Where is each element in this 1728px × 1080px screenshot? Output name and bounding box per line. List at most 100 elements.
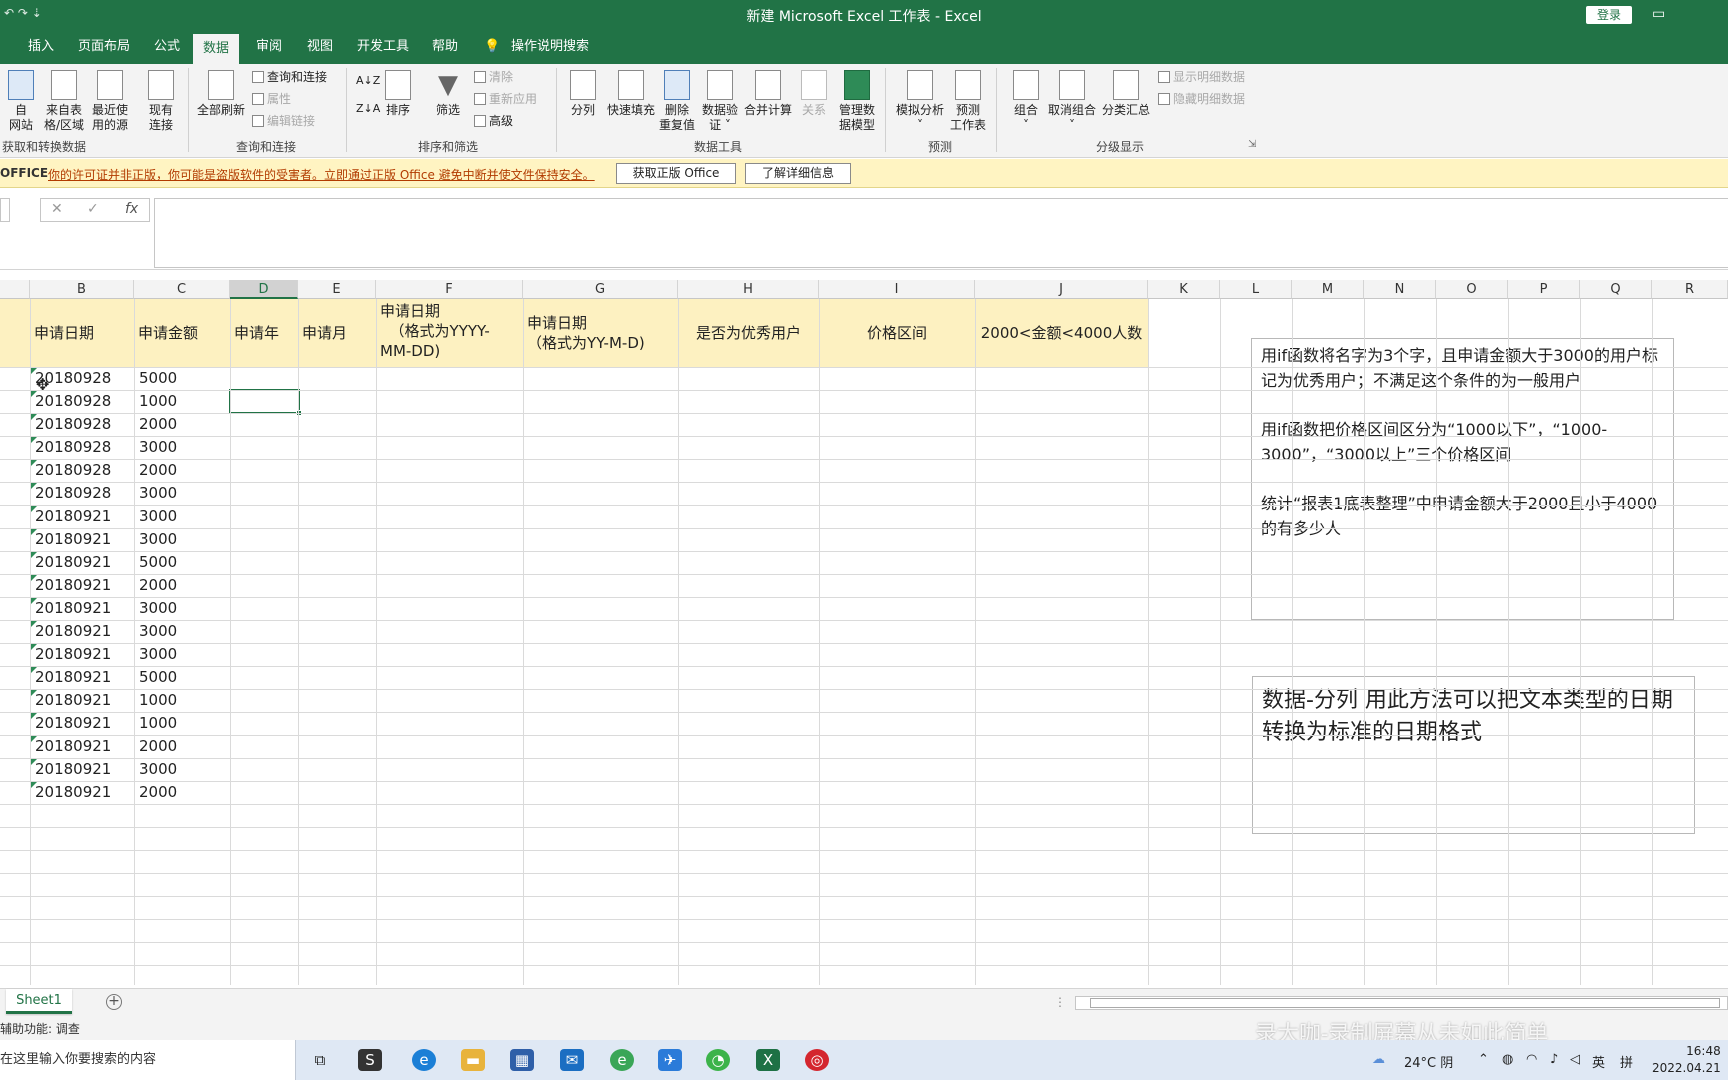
column-header-o[interactable]: O [1436,280,1508,299]
cell-date[interactable]: 20180921 [30,758,134,781]
tell-me-search[interactable]: 操作说明搜索 [511,37,589,59]
header-cell-year[interactable]: 申请年 [230,299,298,367]
column-header-c[interactable]: C [134,280,230,299]
ungroup-button[interactable]: 取消组合 ˅ [1046,70,1098,133]
cell-amount[interactable]: 3000 [134,597,230,620]
tab-page-layout[interactable]: 页面布局 [78,37,130,59]
cell-date[interactable]: 20180921 [30,781,134,804]
header-cell-price-range[interactable]: 价格区间 [819,299,975,367]
header-cell-excellent-user[interactable]: 是否为优秀用户 [678,299,819,367]
name-box[interactable] [0,198,10,222]
header-cell-date-yy-m-d[interactable]: 申请日期 （格式为YY-M-D) [523,299,678,367]
cell-amount[interactable]: 5000 [134,551,230,574]
cell-date[interactable]: 20180921 [30,643,134,666]
refresh-all-button[interactable]: 全部刷新 [196,70,246,118]
volume-icon[interactable]: ◁ [1570,1052,1580,1067]
column-header-b[interactable]: B [30,280,134,299]
mail-icon[interactable]: ✉ [560,1049,584,1071]
what-if-analysis-button[interactable]: 模拟分析 ˅ [894,70,946,133]
tab-data[interactable]: 数据 [193,34,240,64]
subtotal-button[interactable]: 分类汇总 [1100,70,1152,118]
warning-message[interactable]: 你的许可证并非正版，你可能是盗版软件的受害者。立即通过正版 Office 避免中… [48,166,595,183]
formula-input[interactable] [154,198,1728,268]
cell-amount[interactable]: 5000 [134,367,230,390]
column-header-n[interactable]: N [1364,280,1436,299]
cell-date[interactable]: 20180921 [30,666,134,689]
cell-amount[interactable]: 1000 [134,390,230,413]
column-header-a[interactable] [0,280,30,299]
store-icon[interactable]: ▦ [510,1049,534,1071]
cell-amount[interactable]: 1000 [134,689,230,712]
cell-date[interactable]: 20180921 [30,551,134,574]
cell-amount[interactable]: 3000 [134,528,230,551]
tab-formulas[interactable]: 公式 [154,37,180,59]
column-header-p[interactable]: P [1508,280,1580,299]
cell-date[interactable]: 20180928 [30,482,134,505]
header-cell-amount[interactable]: 申请金额 [134,299,230,367]
system-clock[interactable]: 16:48 2022.04.21 [1652,1043,1721,1077]
horizontal-scrollbar[interactable] [1075,996,1728,1010]
cell-date[interactable]: 20180921 [30,712,134,735]
cell-date[interactable]: 20180928 [30,413,134,436]
group-button[interactable]: 组合 ˅ [1010,70,1042,133]
excel-icon[interactable]: X [756,1049,780,1071]
tray-arrow-icon[interactable]: ⌃ [1478,1052,1489,1067]
column-header-m[interactable]: M [1292,280,1364,299]
cell-amount[interactable]: 2000 [134,459,230,482]
wifi-icon[interactable]: ◠ [1526,1052,1537,1067]
weather-text[interactable]: 24°C 阴 [1404,1052,1453,1071]
forecast-sheet-button[interactable]: 预测 工作表 [950,70,986,133]
network-icon[interactable]: ◍ [1502,1052,1513,1067]
cell-date[interactable]: 20180928 [30,459,134,482]
queries-connections-button[interactable]: 查询和连接 [252,68,327,86]
task-view-icon[interactable]: ⧉ [308,1049,332,1071]
get-genuine-office-button[interactable]: 获取正版 Office [616,163,736,184]
flash-fill-button[interactable]: 快速填充 [604,70,658,118]
app-icon[interactable]: S [358,1049,382,1071]
weather-icon[interactable]: ☁ [1372,1052,1385,1067]
filter-button[interactable]: ▼ 筛选 [432,70,464,118]
scrollbar-thumb[interactable] [1090,998,1720,1008]
feishu-icon[interactable]: ✈ [658,1049,682,1071]
cell-amount[interactable]: 2000 [134,574,230,597]
login-button[interactable]: 登录 [1586,6,1632,24]
taskbar-search[interactable]: 在这里输入你要搜索的内容 [0,1040,296,1080]
cell-date[interactable]: 20180921 [30,597,134,620]
cell-date[interactable]: 20180921 [30,689,134,712]
column-header-f[interactable]: F [376,280,523,299]
ime-language[interactable]: 英 [1592,1052,1605,1071]
column-header-i[interactable]: I [819,280,975,299]
split-handle-icon[interactable]: ⋮ [1054,995,1066,1009]
netease-music-icon[interactable]: ◎ [805,1049,829,1071]
advanced-filter-button[interactable]: 高级 [474,112,513,130]
browser-icon[interactable]: e [610,1049,634,1071]
cell-amount[interactable]: 3000 [134,436,230,459]
sheet-tab-sheet1[interactable]: Sheet1 [6,989,72,1014]
column-header-e[interactable]: E [298,280,376,299]
cell-amount[interactable]: 3000 [134,643,230,666]
header-cell-date-yyyy-mm-dd[interactable]: 申请日期 （格式为YYYY- MM-DD) [376,299,523,367]
clear-filter-button[interactable]: 清除 [474,68,513,86]
tab-help[interactable]: 帮助 [432,37,458,59]
wechat-icon[interactable]: ◔ [706,1049,730,1071]
insert-function-icon[interactable]: fx [125,201,138,217]
recent-sources-button[interactable]: 最近使 用的源 [88,70,132,133]
column-header-l[interactable]: L [1220,280,1292,299]
instruction-textbox[interactable]: 用if函数将名字为3个字，且申请金额大于3000的用户标记为优秀用户；不满足这个… [1251,338,1674,620]
column-header-k[interactable]: K [1148,280,1220,299]
add-sheet-icon[interactable]: + [106,994,122,1010]
header-cell-application-date[interactable]: 申请日期 [30,299,134,367]
split-tip-textbox[interactable]: 数据-分列 用此方法可以把文本类型的日期转换为标准的日期格式 [1252,676,1695,834]
cell-amount[interactable]: 3000 [134,620,230,643]
cell-amount[interactable]: 2000 [134,735,230,758]
microphone-icon[interactable]: ♪ [1550,1052,1558,1067]
edit-links-button[interactable]: 编辑链接 [252,112,315,130]
tab-developer[interactable]: 开发工具 [357,37,409,59]
enter-icon[interactable]: ✓ [87,201,99,217]
from-table-button[interactable]: 来自表 格/区域 [42,70,86,133]
sort-button[interactable]: 排序 [382,70,414,118]
column-header-g[interactable]: G [523,280,678,299]
tab-insert[interactable]: 插入 [28,37,54,59]
properties-button[interactable]: 属性 [252,90,291,108]
sort-desc-button[interactable]: Z↓A [356,100,380,118]
